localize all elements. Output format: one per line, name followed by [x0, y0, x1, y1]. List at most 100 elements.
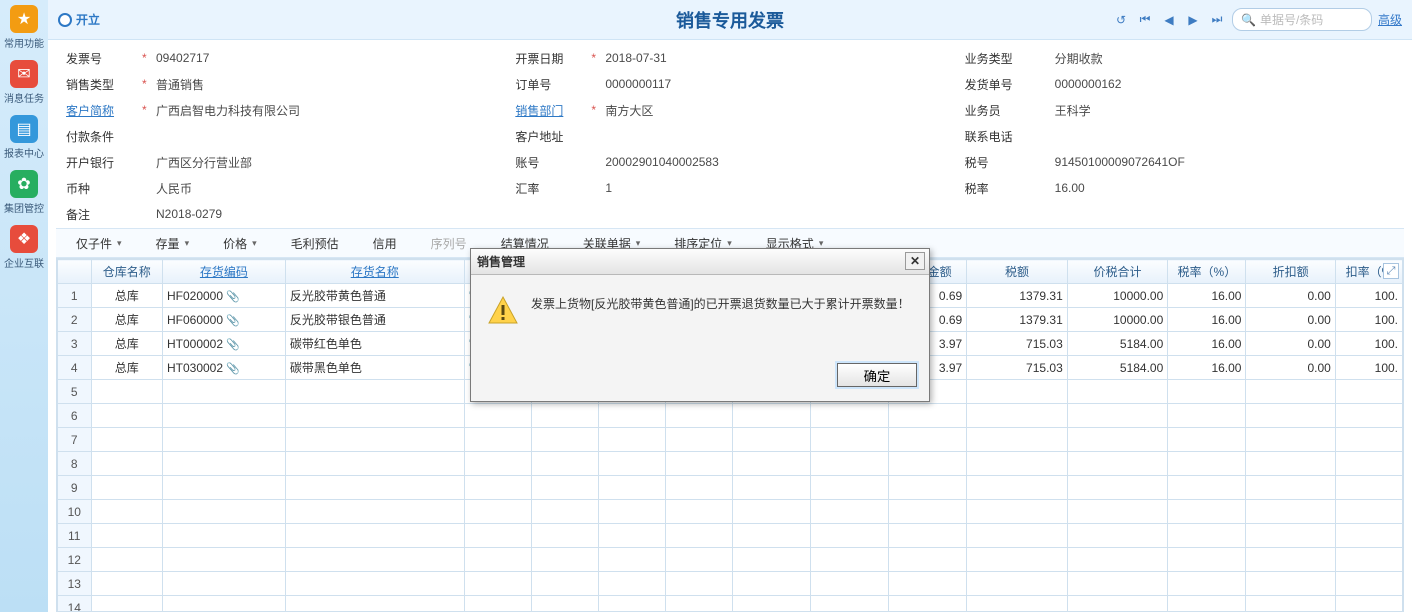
form-value[interactable]: 2018-07-31 — [605, 51, 666, 65]
cell[interactable]: 8 — [58, 452, 92, 476]
cell[interactable] — [889, 548, 967, 572]
cell[interactable]: 715.03 — [967, 332, 1068, 356]
form-value[interactable]: 09402717 — [156, 51, 209, 65]
cell[interactable]: 碳带黑色单色 — [285, 356, 464, 380]
expand-icon[interactable]: ⤢ — [1383, 263, 1399, 279]
cell[interactable] — [1168, 428, 1246, 452]
cell[interactable] — [732, 572, 810, 596]
col-header[interactable] — [58, 260, 92, 284]
cell[interactable] — [598, 524, 665, 548]
sidebar-item-4[interactable]: ❖企业互联 — [0, 220, 48, 275]
table-row-empty[interactable]: 13 — [58, 572, 1403, 596]
cell[interactable]: 100. — [1335, 284, 1402, 308]
cell[interactable] — [598, 572, 665, 596]
cell[interactable]: 10 — [58, 500, 92, 524]
cell[interactable]: 100. — [1335, 356, 1402, 380]
cell[interactable]: 0.00 — [1246, 356, 1335, 380]
cell[interactable]: 1379.31 — [967, 284, 1068, 308]
col-header[interactable]: 存货名称 — [285, 260, 464, 284]
toolbar-btn-0[interactable]: 仅子件 — [66, 233, 132, 254]
cell[interactable] — [91, 404, 162, 428]
cell[interactable] — [91, 596, 162, 612]
cell[interactable] — [531, 500, 598, 524]
cell[interactable] — [464, 548, 531, 572]
cell[interactable]: 1379.31 — [967, 308, 1068, 332]
cell[interactable] — [1067, 524, 1168, 548]
cell[interactable]: 6 — [58, 404, 92, 428]
cell[interactable]: 4 — [58, 356, 92, 380]
cell[interactable] — [285, 524, 464, 548]
cell[interactable] — [810, 500, 888, 524]
cell[interactable] — [1168, 380, 1246, 404]
cell[interactable] — [967, 404, 1068, 428]
cell[interactable] — [598, 428, 665, 452]
cell[interactable] — [732, 428, 810, 452]
cell[interactable] — [1246, 404, 1335, 428]
cell[interactable] — [732, 500, 810, 524]
cell[interactable] — [598, 404, 665, 428]
cell[interactable] — [889, 524, 967, 548]
cell[interactable]: 总库 — [91, 308, 162, 332]
cell[interactable] — [162, 572, 285, 596]
cell[interactable] — [285, 500, 464, 524]
cell[interactable] — [967, 524, 1068, 548]
cell[interactable]: 总库 — [91, 356, 162, 380]
cell[interactable] — [285, 476, 464, 500]
cell[interactable] — [1246, 476, 1335, 500]
toolbar-btn-4[interactable]: 信用 — [363, 233, 407, 254]
cell[interactable] — [810, 428, 888, 452]
cell[interactable] — [1168, 476, 1246, 500]
cell[interactable] — [1335, 524, 1402, 548]
col-header[interactable]: 税额 — [967, 260, 1068, 284]
cell[interactable]: 100. — [1335, 332, 1402, 356]
form-value[interactable]: 分期收款 — [1055, 50, 1103, 67]
cell[interactable] — [531, 476, 598, 500]
cell[interactable] — [1067, 428, 1168, 452]
form-value[interactable]: 广西启智电力科技有限公司 — [156, 102, 300, 119]
cell[interactable]: 16.00 — [1168, 308, 1246, 332]
cell[interactable] — [1246, 572, 1335, 596]
cell[interactable] — [1168, 596, 1246, 612]
cell[interactable] — [665, 548, 732, 572]
cell[interactable] — [285, 548, 464, 572]
cell[interactable] — [665, 500, 732, 524]
cell[interactable]: 9 — [58, 476, 92, 500]
cell[interactable] — [732, 452, 810, 476]
cell[interactable] — [967, 380, 1068, 404]
cell[interactable] — [464, 524, 531, 548]
close-icon[interactable]: ✕ — [905, 252, 925, 270]
cell[interactable] — [889, 476, 967, 500]
cell[interactable] — [531, 572, 598, 596]
cell[interactable] — [889, 596, 967, 612]
cell[interactable] — [598, 500, 665, 524]
cell[interactable] — [1067, 452, 1168, 476]
cell[interactable] — [889, 404, 967, 428]
cell[interactable] — [1335, 596, 1402, 612]
cell[interactable] — [1067, 500, 1168, 524]
sidebar-item-3[interactable]: ✿集团管控 — [0, 165, 48, 220]
col-header[interactable]: 税率（%） — [1168, 260, 1246, 284]
cell[interactable] — [1168, 548, 1246, 572]
last-icon[interactable]: ⏭ — [1208, 11, 1226, 29]
cell[interactable] — [162, 500, 285, 524]
cell[interactable] — [665, 476, 732, 500]
cell[interactable]: 3 — [58, 332, 92, 356]
cell[interactable] — [285, 428, 464, 452]
cell[interactable] — [162, 380, 285, 404]
cell[interactable]: 0.00 — [1246, 308, 1335, 332]
cell[interactable] — [162, 548, 285, 572]
cell[interactable] — [464, 476, 531, 500]
cell[interactable] — [1246, 500, 1335, 524]
cell[interactable]: 5184.00 — [1067, 332, 1168, 356]
cell[interactable] — [810, 476, 888, 500]
cell[interactable] — [967, 548, 1068, 572]
cell[interactable] — [1067, 596, 1168, 612]
cell[interactable] — [732, 596, 810, 612]
cell[interactable] — [1246, 380, 1335, 404]
ok-button[interactable]: 确定 — [837, 363, 917, 387]
form-value[interactable]: 人民币 — [156, 180, 192, 197]
cell[interactable] — [810, 548, 888, 572]
cell[interactable] — [162, 428, 285, 452]
first-icon[interactable]: ⏮ — [1136, 11, 1154, 29]
cell[interactable] — [598, 452, 665, 476]
